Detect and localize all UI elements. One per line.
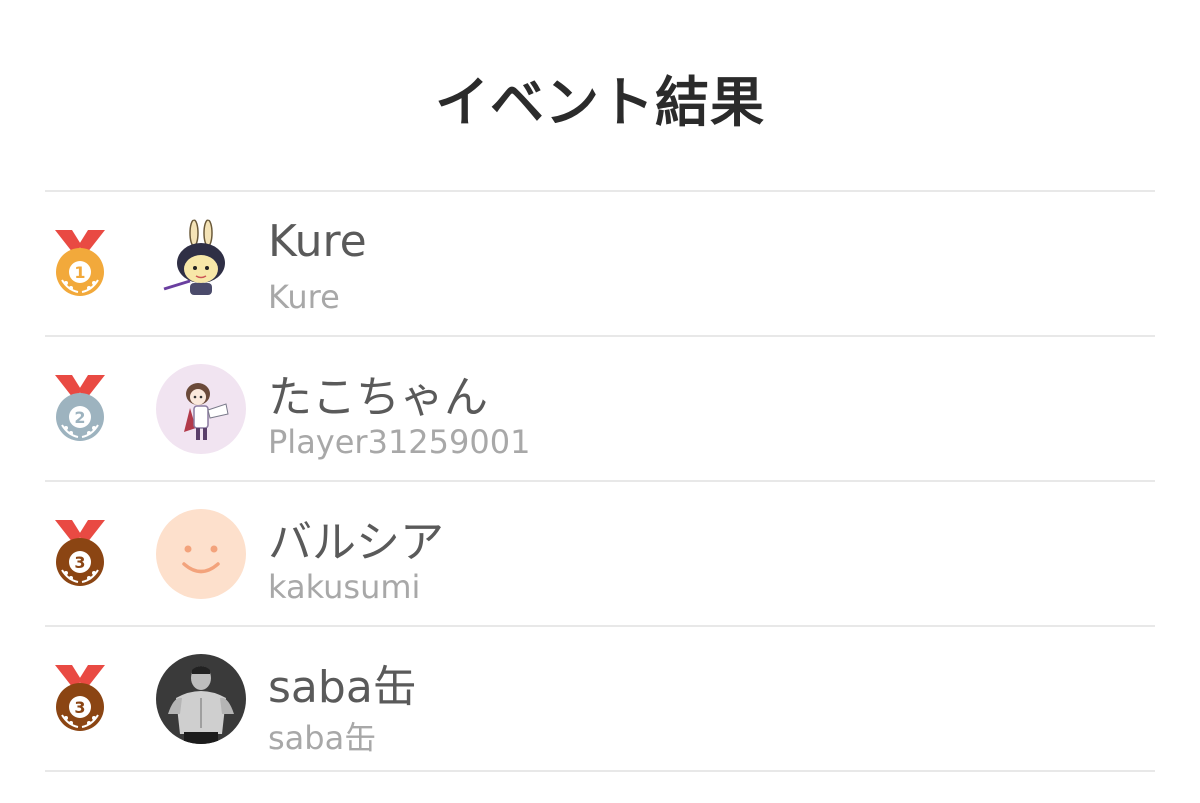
bronze-medal-icon: 3 [55, 665, 105, 731]
gold-medal-icon: 1 [55, 230, 105, 296]
player-name: saba缶 [268, 662, 417, 713]
muscular-man-photo-avatar [156, 654, 246, 744]
bronze-medal-icon: 3 [55, 520, 105, 586]
result-row[interactable]: 3 バルシア kakusumi [45, 482, 1155, 627]
player-name: たこちゃん [268, 372, 488, 423]
svg-text:1: 1 [74, 263, 85, 282]
smiley-face-avatar [156, 509, 246, 599]
avatar[interactable] [156, 364, 246, 454]
results-list: 1 Kure Kure 2 たこちゃん Player31259001 3 バルシ… [45, 190, 1155, 772]
anime-girl-avatar [156, 364, 246, 454]
page-title: イベント結果 [435, 71, 765, 134]
svg-text:3: 3 [74, 553, 85, 572]
chibi-bunny-ears-avatar [156, 219, 246, 309]
player-username: Kure [268, 278, 340, 316]
silver-medal-icon: 2 [55, 375, 105, 441]
result-row[interactable]: 2 たこちゃん Player31259001 [45, 337, 1155, 482]
avatar[interactable] [156, 509, 246, 599]
player-name: Kure [268, 216, 367, 267]
svg-text:2: 2 [74, 408, 85, 427]
player-name: バルシア [268, 517, 444, 568]
result-row[interactable]: 3 saba缶 saba缶 [45, 627, 1155, 772]
avatar[interactable] [156, 219, 246, 309]
result-row[interactable]: 1 Kure Kure [45, 192, 1155, 337]
player-username: kakusumi [268, 568, 421, 606]
player-username: Player31259001 [268, 423, 531, 461]
svg-text:3: 3 [74, 698, 85, 717]
avatar[interactable] [156, 654, 246, 744]
player-username: saba缶 [268, 719, 377, 757]
